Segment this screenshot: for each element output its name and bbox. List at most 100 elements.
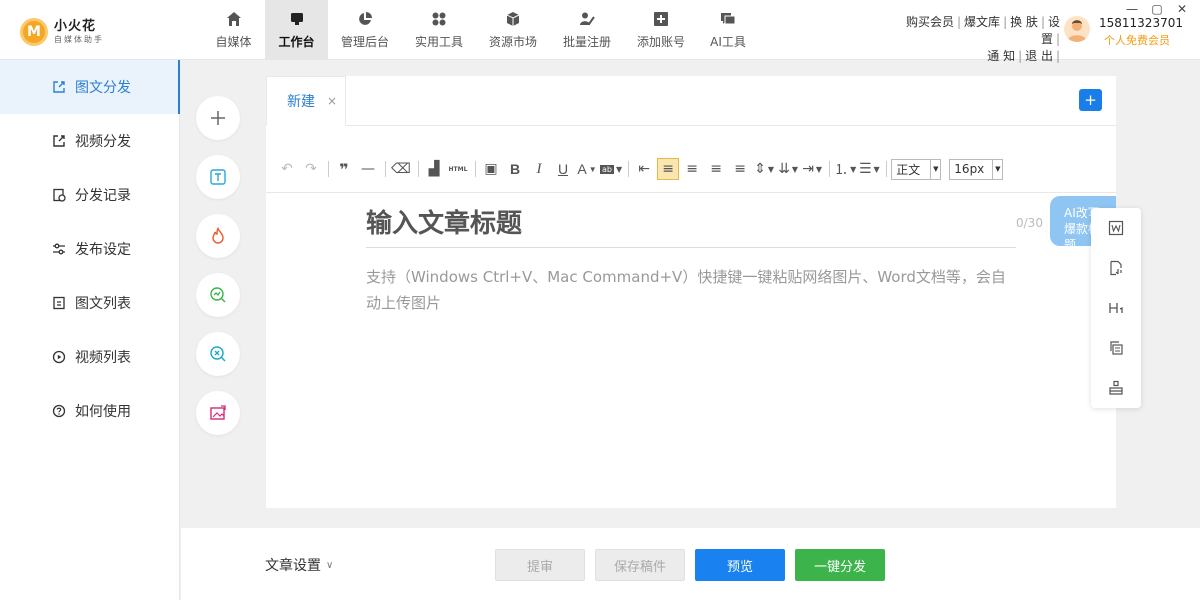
minimize-button[interactable]: —	[1125, 2, 1139, 16]
nav-tab-admin[interactable]: 管理后台	[328, 0, 402, 60]
unordered-list-icon[interactable]: ☰ ▼	[858, 158, 880, 180]
search-chart-icon	[210, 287, 226, 303]
html-source-icon[interactable]: HTML	[447, 158, 469, 180]
align-justify-icon[interactable]: ≡	[729, 158, 751, 180]
monitor-icon	[290, 12, 303, 25]
nav-tab-batch-register[interactable]: 批量注册	[550, 0, 624, 60]
list-doc-icon	[53, 296, 65, 310]
close-icon[interactable]: ×	[327, 94, 337, 108]
logo-badge-icon: M	[20, 18, 48, 46]
redo-icon[interactable]: ↷	[300, 158, 322, 180]
nav-tab-ai-tools[interactable]: AI工具	[698, 0, 758, 60]
insert-image-icon[interactable]: ▣	[480, 158, 502, 180]
nav-tab-workbench[interactable]: 工作台	[265, 0, 328, 60]
align-left-icon[interactable]: ≡	[657, 158, 680, 180]
pie-chart-icon	[359, 11, 372, 25]
sliders-icon	[53, 243, 65, 255]
sidebar-item-article-list[interactable]: 图文列表	[0, 276, 179, 330]
sidebar-item-video-list[interactable]: 视频列表	[0, 330, 179, 384]
nav-tab-tools[interactable]: 实用工具	[402, 0, 476, 60]
app-name: 小火花	[54, 19, 97, 34]
maximize-button[interactable]: ▢	[1150, 2, 1164, 16]
quote-icon[interactable]: ❞	[333, 158, 355, 180]
bold-icon[interactable]: B	[504, 158, 526, 180]
add-tab-button[interactable]: +	[1079, 89, 1102, 111]
notify-link[interactable]: 通 知	[984, 49, 1018, 63]
nav-tab-add-account[interactable]: 添加账号	[624, 0, 698, 60]
publish-all-button[interactable]: 一键分发	[795, 549, 885, 581]
image-tool-button[interactable]	[196, 391, 240, 435]
italic-icon[interactable]: I	[528, 158, 550, 180]
data-analysis-button[interactable]	[196, 273, 240, 317]
paragraph-spacing-icon[interactable]: ⇊ ▼	[777, 158, 799, 180]
align-right-icon[interactable]: ≡	[705, 158, 727, 180]
eraser-icon[interactable]: ⌫	[390, 158, 412, 180]
text-tool-button[interactable]	[196, 155, 240, 199]
outdent-icon[interactable]: ⇤	[633, 158, 655, 180]
text-box-icon	[210, 169, 226, 185]
sidebar-item-video-distribute[interactable]: 视频分发	[0, 114, 179, 168]
highlight-color-icon[interactable]: ab ▼	[600, 158, 622, 180]
external-edit-icon	[53, 81, 65, 93]
sidebar-item-distribute-records[interactable]: 分发记录	[0, 168, 179, 222]
import-word-button[interactable]	[1091, 208, 1141, 248]
sidebar-item-how-to-use[interactable]: 如何使用	[0, 384, 179, 438]
article-title-input[interactable]: 输入文章标题	[366, 196, 1016, 248]
search-x-icon	[210, 346, 226, 362]
hot-topics-button[interactable]	[196, 214, 240, 258]
logout-link[interactable]: 退 出	[1022, 49, 1056, 63]
buy-vip-link[interactable]: 购买会员	[903, 15, 957, 29]
copy-button[interactable]	[1091, 328, 1141, 368]
skin-link[interactable]: 换 肤	[1007, 15, 1041, 29]
preview-button[interactable]: 预览	[695, 549, 785, 581]
format-brush-icon	[1109, 380, 1123, 395]
chevron-down-icon: ▼	[992, 159, 1002, 179]
horizontal-rule-icon[interactable]: —	[357, 158, 379, 180]
action-footer: 文章设置 ∨ 提审 保存稿件 预览 一键分发	[181, 528, 1200, 600]
editor-tabbar: 新建 × +	[266, 76, 1116, 126]
sidebar-item-article-distribute[interactable]: 图文分发	[0, 60, 180, 114]
grid-icon	[432, 12, 446, 25]
format-brush-button[interactable]	[1091, 368, 1141, 408]
save-draft-button[interactable]: 保存稿件	[595, 549, 685, 581]
help-circle-icon	[52, 404, 66, 418]
ordered-list-icon[interactable]: ⒈ ▼	[834, 158, 856, 180]
sidebar: 图文分发 视频分发 分发记录 发布设定 图文列表 视频列表 如何使用	[0, 60, 180, 600]
font-color-icon[interactable]: A ▼	[576, 158, 598, 180]
font-size-select[interactable]: 16px ▼	[949, 158, 1004, 180]
sidebar-item-publish-settings[interactable]: 发布设定	[0, 222, 179, 276]
nav-tab-media[interactable]: 自媒体	[202, 0, 265, 60]
article-settings-toggle[interactable]: 文章设置 ∨	[265, 555, 333, 575]
avatar-icon	[1067, 20, 1087, 42]
main-nav: 自媒体 工作台 管理后台 实用工具 资源市场 批量注册 添加账号 AI工具	[202, 0, 758, 60]
paragraph-format-select[interactable]: 正文 ▼	[891, 158, 942, 180]
convert-doc-button[interactable]	[1091, 248, 1141, 288]
copy-icon	[1110, 341, 1123, 355]
user-level[interactable]: 个人免费会员	[1099, 32, 1183, 49]
app-subtitle: 自媒体助手	[54, 35, 104, 44]
app-logo: M 小火花 自媒体助手	[20, 18, 104, 46]
chat-icon	[721, 12, 736, 24]
top-bar: M 小火花 自媒体助手 自媒体 工作台 管理后台 实用工具 资源市场 批量注册 …	[0, 0, 1200, 63]
line-height-icon[interactable]: ⇕ ▼	[753, 158, 775, 180]
submit-review-button[interactable]: 提审	[495, 549, 585, 581]
underline-icon[interactable]: U	[552, 158, 574, 180]
chevron-down-icon: ▼	[930, 159, 940, 179]
article-body-editor[interactable]: 支持（Windows Ctrl+V、Mac Command+V）快捷键一键粘贴网…	[366, 264, 1020, 316]
image-edit-icon	[210, 405, 226, 420]
format-painter-icon[interactable]: ▟	[423, 158, 445, 180]
close-button[interactable]: ✕	[1175, 2, 1189, 16]
check-tool-button[interactable]	[196, 332, 240, 376]
chevron-down-icon: ∨	[326, 559, 334, 571]
home-icon	[226, 11, 241, 26]
align-center-icon[interactable]: ≡	[681, 158, 703, 180]
nav-tab-market[interactable]: 资源市场	[476, 0, 550, 60]
indent-icon[interactable]: ⇥ ▼	[801, 158, 823, 180]
tab-new[interactable]: 新建 ×	[266, 76, 346, 126]
undo-icon[interactable]: ↶	[276, 158, 298, 180]
quick-tools	[196, 96, 240, 450]
heading-button[interactable]	[1091, 288, 1141, 328]
new-article-button[interactable]	[196, 96, 240, 140]
avatar[interactable]	[1064, 16, 1090, 42]
hot-articles-link[interactable]: 爆文库	[961, 15, 1003, 29]
